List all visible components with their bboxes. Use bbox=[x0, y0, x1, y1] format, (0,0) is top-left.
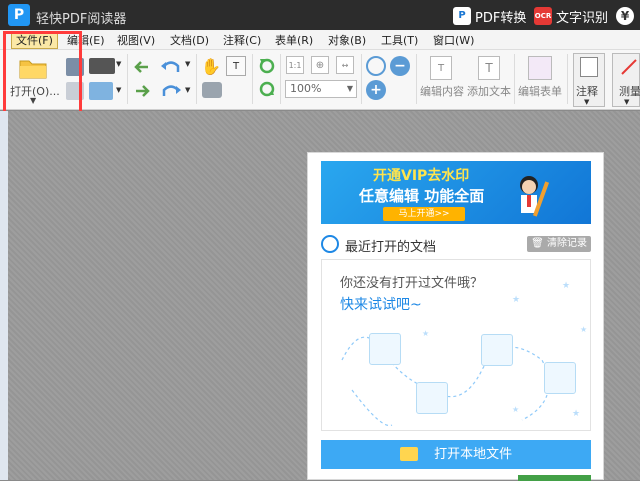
menu-view[interactable]: 视图(V) bbox=[113, 32, 159, 49]
green-button-edge bbox=[518, 475, 591, 481]
clock-icon bbox=[321, 235, 339, 253]
edit-form-label[interactable]: 编辑表单 bbox=[518, 83, 562, 99]
start-panel: 开通VIP去水印 任意编辑 功能全面 马上开通>> 最近打开的文档 🗑 清除记录… bbox=[307, 152, 604, 481]
toolbar-divider bbox=[567, 54, 568, 104]
banner-headline: 开通VIP去水印 bbox=[373, 168, 470, 184]
app-logo-icon: P bbox=[8, 4, 30, 26]
open-local-file-button[interactable]: 打开本地文件 bbox=[321, 440, 591, 469]
menu-object[interactable]: 对象(B) bbox=[324, 32, 370, 49]
cartoon-figure-icon bbox=[513, 173, 550, 221]
left-sidebar bbox=[0, 111, 8, 480]
svg-text:★: ★ bbox=[512, 295, 520, 305]
zoom-in-icon[interactable]: + bbox=[366, 80, 386, 100]
forward-arrow-icon[interactable] bbox=[133, 82, 151, 100]
redo-dropdown-icon[interactable]: ▼ bbox=[185, 86, 190, 94]
undo-dropdown-icon[interactable]: ▼ bbox=[185, 60, 190, 68]
measure-label: 测量 bbox=[619, 85, 640, 98]
ocr-label: 文字识别 bbox=[556, 10, 609, 26]
zoom-in-glass-icon[interactable] bbox=[366, 56, 386, 76]
menu-document[interactable]: 文档(D) bbox=[166, 32, 213, 49]
title-bar: P 轻快PDF阅读器 P PDF转换 OCR 文字识别 ¥ bbox=[0, 0, 640, 30]
edit-form-icon[interactable] bbox=[528, 56, 552, 80]
add-text-label[interactable]: 添加文本 bbox=[467, 83, 511, 99]
zoom-value: 100% bbox=[290, 82, 322, 95]
redo-icon[interactable] bbox=[160, 82, 182, 100]
svg-text:★: ★ bbox=[572, 409, 580, 419]
scanner-icon[interactable] bbox=[89, 58, 115, 74]
actual-size-icon[interactable]: 1:1 bbox=[286, 56, 304, 74]
app-title: 轻快PDF阅读器 bbox=[36, 12, 127, 27]
snapshot-icon[interactable] bbox=[202, 82, 222, 98]
banner-cta-button[interactable]: 马上开通>> bbox=[383, 207, 465, 221]
vip-button[interactable]: ¥ bbox=[616, 6, 634, 26]
hand-tool-icon[interactable]: ✋ bbox=[201, 56, 221, 76]
recent-empty-state: 你还没有打开过文件哦？ 快来试试吧~ ★ ★ ★ ★ ★ ★ bbox=[321, 259, 591, 431]
toolbar-divider bbox=[127, 54, 128, 104]
split-step-icon bbox=[369, 333, 401, 365]
svg-text:★: ★ bbox=[512, 405, 519, 414]
menu-tools[interactable]: 工具(T) bbox=[377, 32, 422, 49]
toolbar-divider bbox=[196, 54, 197, 104]
banner-subline: 任意编辑 功能全面 bbox=[359, 187, 485, 205]
toolbar-divider bbox=[252, 54, 253, 104]
fit-page-icon[interactable]: ⊕ bbox=[311, 56, 329, 74]
menu-window[interactable]: 窗口(W) bbox=[429, 32, 478, 49]
svg-text:★: ★ bbox=[580, 325, 587, 334]
svg-text:★: ★ bbox=[422, 329, 429, 338]
email-icon[interactable] bbox=[89, 82, 113, 100]
convert-step-icon bbox=[416, 382, 448, 414]
measure-icon bbox=[620, 58, 638, 76]
add-text-icon[interactable]: T bbox=[478, 56, 500, 80]
folder-icon bbox=[399, 446, 418, 461]
decorative-dashed-path: ★ ★ ★ ★ ★ ★ bbox=[341, 281, 587, 427]
toolbar-divider bbox=[361, 54, 362, 104]
scanner-dropdown-icon[interactable]: ▼ bbox=[116, 60, 121, 68]
clear-history-button[interactable]: 🗑 清除记录 bbox=[527, 236, 591, 252]
menu-annotate[interactable]: 注释(C) bbox=[219, 32, 265, 49]
measure-dropdown-icon: ▼ bbox=[624, 98, 630, 106]
zoom-out-icon[interactable]: − bbox=[390, 56, 410, 76]
back-arrow-icon[interactable] bbox=[133, 58, 151, 76]
yen-icon: ¥ bbox=[616, 7, 634, 25]
pdf-convert-button[interactable]: P PDF转换 bbox=[453, 6, 526, 26]
edit-content-label[interactable]: 编辑内容 bbox=[420, 83, 464, 99]
zoom-dropdown-icon: ▼ bbox=[346, 84, 353, 93]
rotate-left-icon[interactable] bbox=[258, 56, 276, 74]
email-dropdown-icon[interactable]: ▼ bbox=[116, 86, 121, 94]
toolbar-divider bbox=[280, 54, 281, 104]
menu-form[interactable]: 表单(R) bbox=[271, 32, 317, 49]
edit-content-icon[interactable]: T bbox=[430, 56, 452, 80]
svg-text:★: ★ bbox=[562, 281, 570, 291]
undo-icon[interactable] bbox=[160, 58, 182, 76]
rotate-right-icon[interactable] bbox=[258, 80, 276, 98]
select-text-icon[interactable]: T bbox=[226, 56, 246, 76]
search-icon bbox=[544, 362, 576, 394]
ocr-icon: OCR bbox=[534, 7, 552, 25]
zoom-select[interactable]: 100% ▼ bbox=[285, 80, 357, 98]
trash-icon: 🗑 bbox=[531, 238, 544, 249]
annotate-label: 注释 bbox=[576, 85, 598, 98]
annotate-icon bbox=[580, 57, 598, 77]
vip-banner[interactable]: 开通VIP去水印 任意编辑 功能全面 马上开通>> bbox=[321, 161, 591, 224]
pdf-convert-icon: P bbox=[453, 7, 471, 25]
recent-header: 最近打开的文档 🗑 清除记录 bbox=[321, 234, 591, 255]
toolbar-divider bbox=[416, 54, 417, 104]
pdf-convert-label: PDF转换 bbox=[475, 10, 527, 26]
fit-width-icon[interactable]: ↔ bbox=[336, 56, 354, 74]
open-local-file-label: 打开本地文件 bbox=[434, 447, 513, 462]
toolbar-divider bbox=[514, 54, 515, 104]
ocr-button[interactable]: OCR 文字识别 bbox=[534, 6, 608, 26]
clear-history-label: 清除记录 bbox=[547, 238, 587, 249]
edit-pen-icon bbox=[481, 334, 513, 366]
annotate-dropdown-icon: ▼ bbox=[584, 98, 590, 106]
menu-bar: 文件(F) 编辑(E) 视图(V) 文档(D) 注释(C) 表单(R) 对象(B… bbox=[0, 30, 640, 50]
recent-title: 最近打开的文档 bbox=[345, 240, 437, 255]
